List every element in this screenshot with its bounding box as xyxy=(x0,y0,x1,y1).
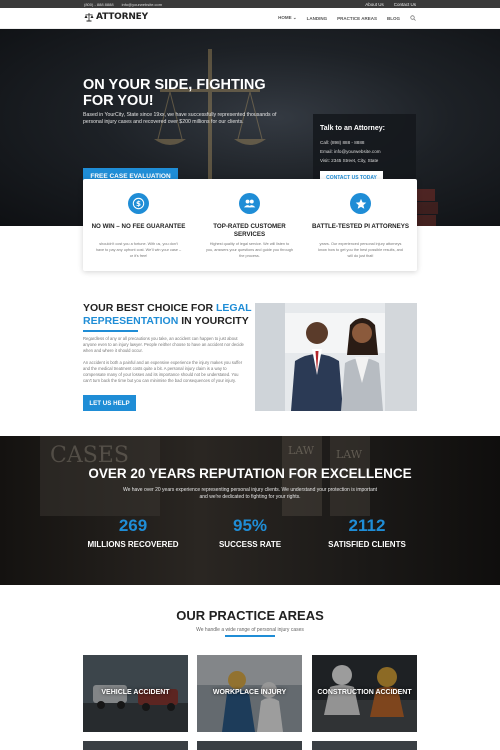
contact-visit: Visit: 2345 Street, City, State xyxy=(320,158,379,163)
search-icon[interactable] xyxy=(410,15,416,21)
practice-areas-subtitle: We handle a wide range of personal injur… xyxy=(196,627,304,633)
practice-card-label: VEHICLE ACCIDENT xyxy=(101,689,170,697)
best-choice-title: YOUR BEST CHOICE FOR LEGAL REPRESENTATIO… xyxy=(83,302,253,327)
let-us-help-button[interactable]: LET US HELP xyxy=(83,395,136,411)
hero-lead: Based in YourCity, State since 19xx, we … xyxy=(83,112,277,125)
book-label: LAW xyxy=(288,444,315,457)
best-choice-paragraph-2: An accident is both a painful and an exp… xyxy=(83,359,243,384)
feature-title: BATTLE-TESTED PI ATTORNEYS xyxy=(311,223,410,230)
stats-title: OVER 20 YEARS REPUTATION FOR EXCELLENCE xyxy=(88,466,412,481)
dollar-icon: $ xyxy=(128,193,149,214)
title-underline xyxy=(83,330,138,332)
site-logo[interactable]: ATTORNEY xyxy=(84,12,148,22)
feature-desc: Highest quality of legal service. We wil… xyxy=(206,242,293,258)
stat-value: 95% xyxy=(232,516,268,535)
site-header: ATTORNEY HOME ⌄ LANDING PRACTICE AREAS B… xyxy=(0,8,500,29)
star-icon xyxy=(350,193,371,214)
feature-no-win-no-fee: $ NO WIN – NO FEE GUARANTEE shouldn't co… xyxy=(83,179,194,271)
stat-millions-recovered: 269 MILLIONS RECOVERED xyxy=(68,516,198,549)
nav-landing[interactable]: LANDING xyxy=(307,16,328,21)
nav-home-label: HOME xyxy=(278,15,292,20)
contact-title: Talk to an Attorney: xyxy=(320,125,385,132)
practice-card-label: WORKPLACE INJURY xyxy=(212,689,287,697)
book-label: CASES xyxy=(50,443,129,468)
stat-label: SUCCESS RATE xyxy=(218,540,282,549)
contact-email[interactable]: Email: info@yourwebsite.com xyxy=(320,149,381,154)
top-bar: (800) - 888 8888 info@yourwebsite.com Ab… xyxy=(0,0,500,8)
scales-icon xyxy=(84,13,94,22)
feature-customer-services: TOP-RATED CUSTOMER SERVICES Highest qual… xyxy=(194,179,305,271)
attorneys-photo xyxy=(255,303,417,411)
stats-section: CASES LAW LAW OVER 20 YEARS REPUTATION F… xyxy=(0,436,500,585)
practice-card-vehicle-accident[interactable]: VEHICLE ACCIDENT xyxy=(83,655,188,732)
book-label: LAW xyxy=(336,448,363,461)
stat-label: MILLIONS RECOVERED xyxy=(87,540,179,549)
feature-title: NO WIN – NO FEE GUARANTEE xyxy=(91,223,186,230)
practice-areas-title: OUR PRACTICE AREAS xyxy=(176,608,324,623)
logo-text: ATTORNEY xyxy=(96,12,148,22)
title-part-b: IN YOURCITY xyxy=(178,314,249,327)
practice-card-workplace-injury[interactable]: WORKPLACE INJURY xyxy=(197,655,302,732)
feature-desc: shouldn't cost you a fortune. With us, y… xyxy=(95,242,182,258)
best-choice-section: YOUR BEST CHOICE FOR LEGAL REPRESENTATIO… xyxy=(83,302,253,411)
contact-call[interactable]: Call: (898) 888 - 8888 xyxy=(320,140,364,145)
hero-title: ON YOUR SIDE, FIGHTING FOR YOU! xyxy=(83,77,266,109)
stat-success-rate: 95% SUCCESS RATE xyxy=(185,516,315,549)
practice-card-partial[interactable] xyxy=(312,741,417,750)
email-text[interactable]: info@yourwebsite.com xyxy=(122,2,163,7)
title-underline xyxy=(225,635,275,637)
nav-blog[interactable]: BLOG xyxy=(387,16,400,21)
stat-value: 269 xyxy=(118,516,148,535)
stat-label: SATISFIED CLIENTS xyxy=(328,540,406,549)
features-panel: $ NO WIN – NO FEE GUARANTEE shouldn't co… xyxy=(83,179,417,271)
feature-attorneys: BATTLE-TESTED PI ATTORNEYS years. Our ex… xyxy=(305,179,416,271)
contact-us-link[interactable]: Contact Us xyxy=(394,2,416,7)
stats-subtitle: We have over 20 years experience represe… xyxy=(122,487,378,500)
nav-practice-areas[interactable]: PRACTICE AREAS xyxy=(337,16,377,21)
svg-text:$: $ xyxy=(136,199,141,208)
about-us-link[interactable]: About Us xyxy=(365,2,384,7)
chevron-down-icon: ⌄ xyxy=(292,15,297,20)
practice-card-partial[interactable] xyxy=(197,741,302,750)
feature-desc: years. Our experienced personal injury a… xyxy=(318,242,403,258)
phone-text[interactable]: (800) - 888 8888 xyxy=(84,2,114,7)
stat-value: 2112 xyxy=(348,516,386,535)
best-choice-paragraph-1: Regardless of any or all precautions you… xyxy=(83,336,244,354)
stat-satisfied-clients: 2112 SATISFIED CLIENTS xyxy=(302,516,432,549)
people-icon xyxy=(239,193,260,214)
practice-card-construction-accident[interactable]: CONSTRUCTION ACCIDENT xyxy=(312,655,417,732)
practice-card-label: CONSTRUCTION ACCIDENT xyxy=(317,689,412,697)
feature-title: TOP-RATED CUSTOMER SERVICES xyxy=(213,223,286,238)
main-nav: HOME ⌄ LANDING PRACTICE AREAS BLOG xyxy=(278,15,416,21)
title-part-a: YOUR BEST CHOICE FOR xyxy=(83,302,217,314)
nav-home[interactable]: HOME ⌄ xyxy=(278,15,297,21)
practice-card-partial[interactable] xyxy=(83,741,188,750)
